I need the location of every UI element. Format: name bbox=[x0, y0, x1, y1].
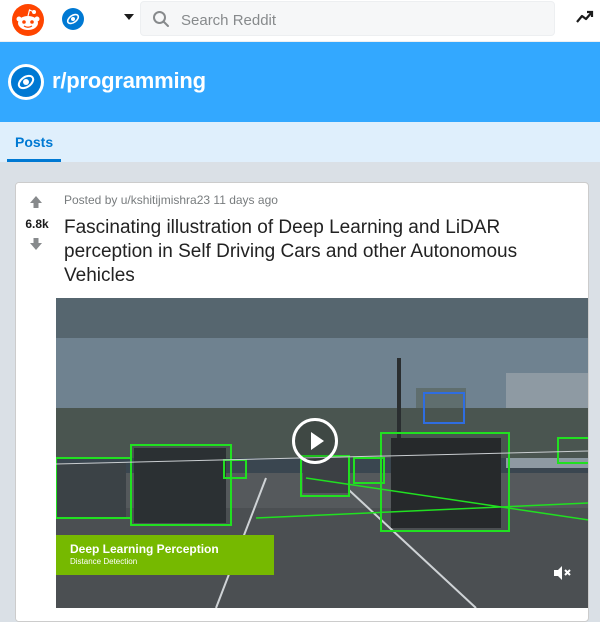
post-meta: Posted by u/kshitijmishra23 11 days ago bbox=[64, 193, 278, 207]
vote-score: 6.8k bbox=[25, 217, 49, 231]
search-bar[interactable] bbox=[140, 1, 555, 36]
tab-bar: Posts bbox=[0, 122, 600, 162]
tab-posts[interactable]: Posts bbox=[7, 122, 62, 162]
mute-icon[interactable] bbox=[552, 564, 572, 582]
subreddit-icon[interactable] bbox=[62, 8, 84, 30]
subreddit-banner: r/programming bbox=[0, 42, 600, 122]
search-icon bbox=[153, 11, 169, 27]
post-author[interactable]: Posted by u/kshitijmishra23 bbox=[64, 193, 210, 207]
trending-icon[interactable] bbox=[576, 10, 594, 24]
subreddit-avatar-icon bbox=[8, 64, 44, 100]
subreddit-title: r/programming bbox=[52, 68, 206, 93]
vote-column: 6.8k bbox=[16, 183, 56, 621]
chevron-down-icon[interactable] bbox=[124, 14, 134, 20]
video-caption-subtitle: Distance Detection bbox=[70, 557, 138, 566]
post-video[interactable]: Deep Learning Perception Distance Detect… bbox=[56, 298, 588, 608]
top-bar bbox=[0, 0, 600, 42]
post-age: 11 days ago bbox=[213, 193, 278, 207]
play-button[interactable] bbox=[292, 418, 338, 464]
upvote-icon[interactable] bbox=[29, 195, 43, 209]
search-input[interactable] bbox=[179, 8, 543, 32]
downvote-icon[interactable] bbox=[29, 237, 43, 251]
reddit-logo-icon[interactable] bbox=[12, 4, 44, 36]
video-caption-box: Deep Learning Perception Distance Detect… bbox=[56, 535, 274, 575]
post-card[interactable]: 6.8k Posted by u/kshitijmishra23 11 days… bbox=[15, 182, 589, 622]
post-title[interactable]: Fascinating illustration of Deep Learnin… bbox=[64, 216, 569, 288]
video-caption-title: Deep Learning Perception bbox=[70, 542, 219, 556]
